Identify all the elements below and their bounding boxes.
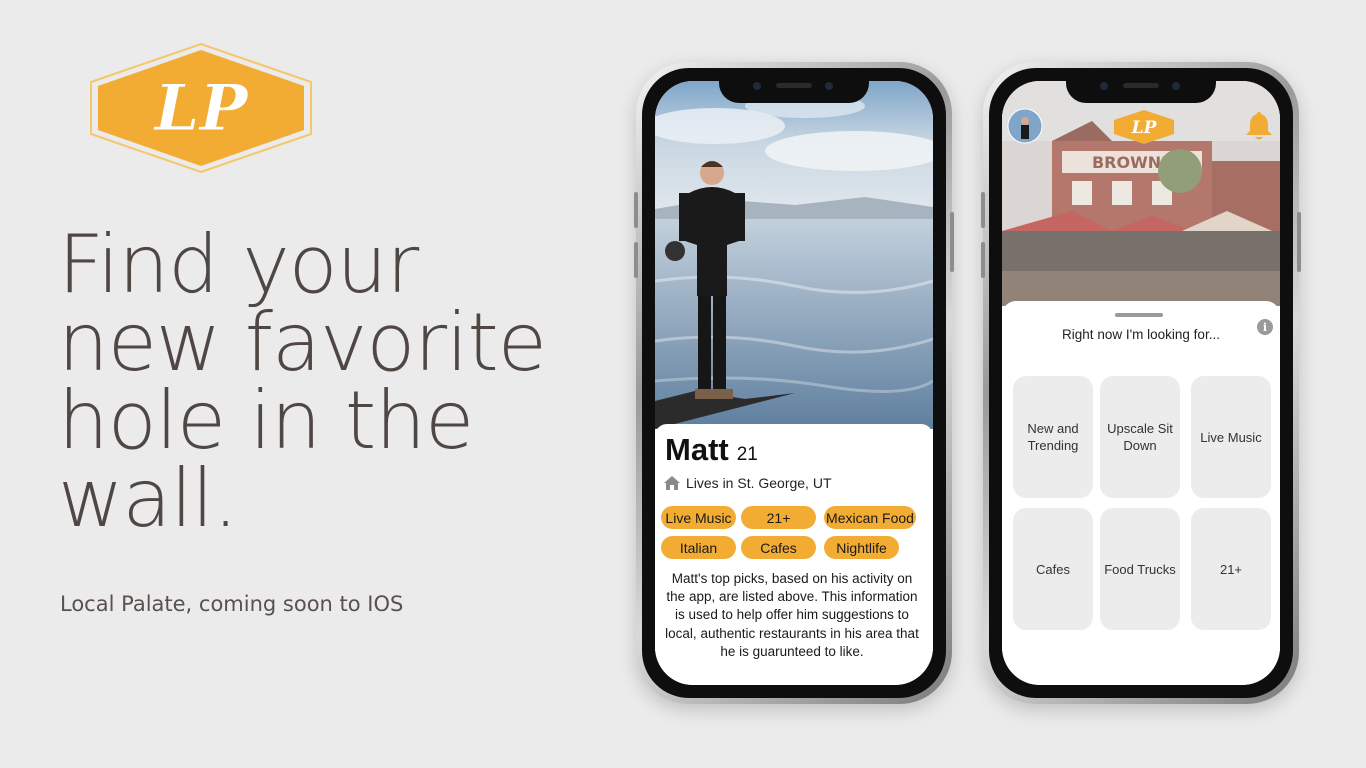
home-icon: [664, 476, 680, 490]
interest-tag[interactable]: Italian: [661, 536, 736, 559]
profile-phone-mockup: Matt 21 Lives in St. George, UT Live Mus…: [634, 62, 954, 704]
info-icon[interactable]: i: [1257, 319, 1273, 335]
power-button: [1297, 212, 1301, 272]
notch: [719, 75, 869, 103]
profile-location: Lives in St. George, UT: [686, 475, 832, 491]
sheet-handle[interactable]: [1115, 313, 1163, 317]
category-tile[interactable]: Live Music: [1191, 376, 1271, 498]
category-tile[interactable]: 21+: [1191, 508, 1271, 630]
volume-button: [634, 192, 638, 228]
avatar[interactable]: [1007, 108, 1043, 144]
notch: [1066, 75, 1216, 103]
category-tile[interactable]: New and Trending: [1013, 376, 1093, 498]
profile-name: Matt: [665, 432, 729, 467]
category-sheet: Right now I'm looking for... i New and T…: [1002, 301, 1280, 685]
volume-button: [981, 242, 985, 278]
headline: Find your new favorite hole in the wall.: [58, 218, 618, 545]
category-tile[interactable]: Food Trucks: [1100, 508, 1180, 630]
volume-button: [634, 242, 638, 278]
profile-age: 21: [736, 444, 758, 465]
home-phone-mockup: BROWNE LP Right now I'm looking for... i…: [981, 62, 1301, 704]
local-palate-logo: LP: [90, 42, 312, 174]
headline-line: hole in the: [58, 374, 474, 467]
volume-button: [981, 192, 985, 228]
headline-line: wall.: [58, 452, 238, 545]
interest-tag[interactable]: Live Music: [661, 506, 736, 529]
home-screen: BROWNE LP Right now I'm looking for... i…: [1002, 81, 1280, 685]
category-tile[interactable]: Cafes: [1013, 508, 1093, 630]
interest-tag[interactable]: Nightlife: [824, 536, 899, 559]
lp-logo-lettering: LP: [1131, 118, 1158, 138]
power-button: [950, 212, 954, 272]
profile-card: Matt 21 Lives in St. George, UT Live Mus…: [655, 424, 933, 685]
logo-lettering: LP: [152, 71, 249, 146]
tagline: Local Palate, coming soon to IOS: [60, 592, 404, 616]
bell-icon[interactable]: [1244, 110, 1274, 142]
profile-bio: Matt's top picks, based on his activity …: [665, 571, 919, 659]
lp-logo-icon[interactable]: LP: [1113, 109, 1175, 145]
category-tile[interactable]: Upscale Sit Down: [1100, 376, 1180, 498]
profile-screen: Matt 21 Lives in St. George, UT Live Mus…: [655, 81, 933, 685]
headline-line: new favorite: [58, 296, 547, 389]
headline-line: Find your: [58, 218, 419, 311]
interest-tag[interactable]: 21+: [741, 506, 816, 529]
profile-photo: [655, 81, 933, 429]
sheet-title: Right now I'm looking for...: [1062, 327, 1220, 342]
interest-tag[interactable]: Mexican Food: [824, 506, 916, 529]
interest-tag[interactable]: Cafes: [741, 536, 816, 559]
